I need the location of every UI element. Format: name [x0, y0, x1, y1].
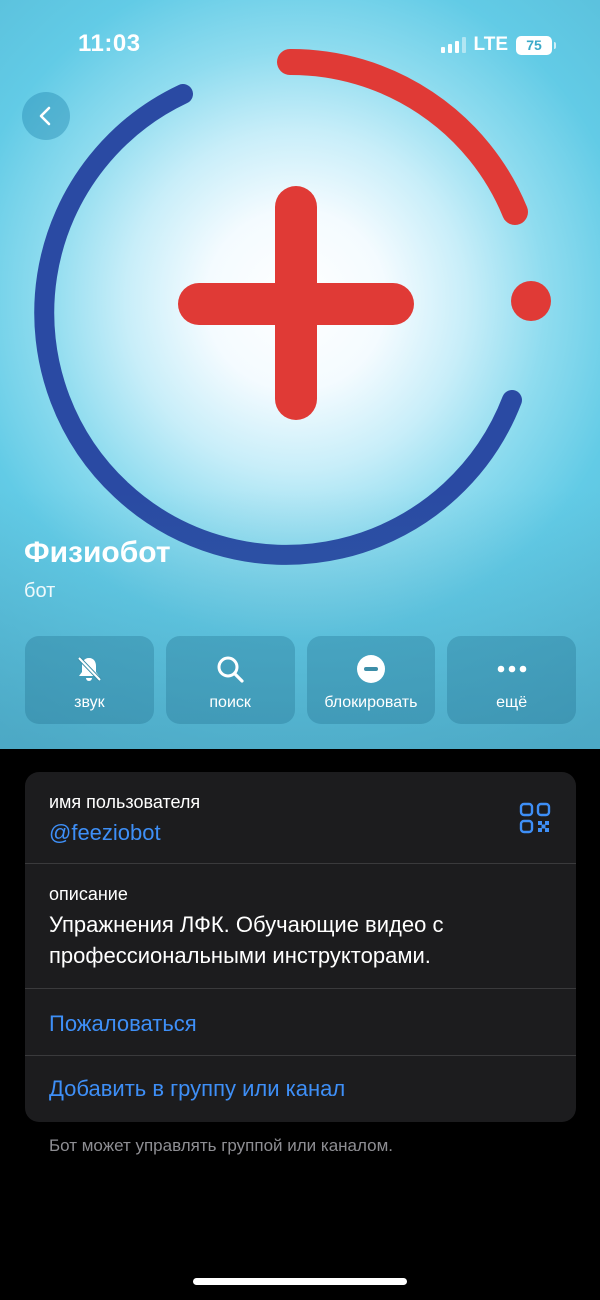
logo-red-dot: [511, 281, 551, 321]
add-to-group-row[interactable]: Добавить в группу или канал: [25, 1056, 576, 1122]
home-indicator[interactable]: [193, 1278, 407, 1285]
bell-slash-icon: [72, 652, 106, 686]
username-row[interactable]: имя пользователя @feeziobot: [25, 772, 576, 864]
logo-red-arc: [277, 48, 528, 225]
username-link[interactable]: @feeziobot: [49, 820, 161, 846]
mute-label: звук: [74, 694, 105, 711]
more-icon: [495, 652, 529, 686]
footer-note: Бот может управлять группой или каналом.: [49, 1136, 393, 1155]
qr-code-icon[interactable]: [519, 802, 551, 834]
profile-header: 11:03 LTE 75 Физиобот бот звук поиск бло…: [0, 0, 600, 749]
block-icon: [354, 652, 388, 686]
search-button[interactable]: поиск: [165, 636, 295, 724]
network-type: LTE: [473, 34, 508, 55]
battery-level: 75: [526, 37, 542, 53]
battery-icon: 75: [516, 35, 556, 55]
description-row: описание Упражнения ЛФК. Обучающие видео…: [25, 864, 576, 989]
back-button[interactable]: [22, 92, 70, 140]
signal-icon: [440, 37, 466, 53]
status-indicators: LTE 75: [440, 34, 556, 56]
chevron-left-icon: [39, 106, 51, 126]
profile-name: Физиобот: [24, 536, 171, 569]
report-link[interactable]: Пожаловаться: [49, 1011, 197, 1037]
mute-button[interactable]: звук: [25, 636, 154, 724]
more-label: ещё: [496, 694, 528, 711]
profile-subtitle: бот: [24, 580, 56, 602]
description-label: описание: [49, 884, 128, 904]
add-to-group-link[interactable]: Добавить в группу или канал: [49, 1076, 345, 1102]
username-label: имя пользователя: [49, 792, 201, 812]
logo-cross-horizontal: [178, 283, 414, 325]
block-label: блокировать: [324, 694, 418, 711]
info-card: имя пользователя @feeziobot описание Упр…: [25, 772, 576, 1122]
report-row[interactable]: Пожаловаться: [25, 989, 576, 1056]
more-button[interactable]: ещё: [447, 636, 576, 724]
action-buttons: звук поиск блокировать ещё: [25, 636, 576, 724]
search-label: поиск: [209, 694, 251, 711]
search-icon: [213, 652, 247, 686]
block-button[interactable]: блокировать: [306, 636, 436, 724]
description-text: Упражнения ЛФК. Обучающие видео с профес…: [49, 912, 444, 968]
status-time: 11:03: [78, 30, 141, 57]
